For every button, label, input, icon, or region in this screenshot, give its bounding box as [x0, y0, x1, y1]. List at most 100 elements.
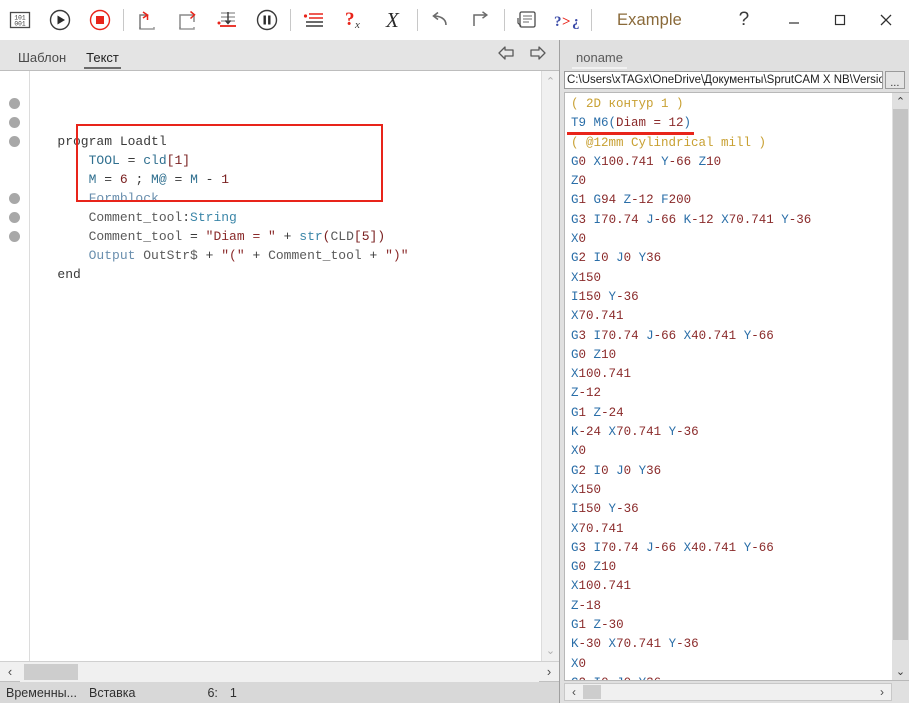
code-line[interactable]: Comment_tool = "Diam = " + str(CLD[5]): [34, 227, 541, 246]
breakpoint-icon[interactable]: [9, 231, 20, 242]
stop-icon[interactable]: [80, 0, 120, 40]
tab-tekst[interactable]: Текст: [76, 48, 129, 70]
question-x-icon[interactable]: ? x: [334, 0, 374, 40]
gcode-line[interactable]: Z-12: [571, 384, 892, 403]
pause-icon[interactable]: [247, 0, 287, 40]
scroll-up-icon[interactable]: ⌃: [546, 75, 555, 88]
hscroll-left-icon[interactable]: ‹: [0, 664, 20, 679]
code-line[interactable]: end: [34, 265, 541, 284]
gcode-line[interactable]: ( 2D контур 1 ): [571, 95, 892, 114]
gcode-line[interactable]: X0: [571, 230, 892, 249]
scroll-down-icon[interactable]: ⌄: [546, 644, 555, 657]
code-text-area[interactable]: program Loadtl TOOL = cld[1] M = 6 ; M@ …: [30, 71, 541, 661]
gcode-vscroll-thumb[interactable]: [893, 109, 908, 640]
tab-noname[interactable]: noname: [568, 48, 631, 70]
gcode-line[interactable]: G1 Z-24: [571, 404, 892, 423]
gcode-line[interactable]: X0: [571, 655, 892, 674]
gcode-line[interactable]: G0 X100.741 Y-66 Z10: [571, 153, 892, 172]
gcode-hscroll-thumb[interactable]: [583, 685, 601, 699]
gcode-hscroll-track[interactable]: [583, 684, 873, 700]
gcode-line[interactable]: G0 Z10: [571, 558, 892, 577]
minimize-button[interactable]: [771, 0, 817, 40]
gcode-line[interactable]: G0 Z10: [571, 346, 892, 365]
breakpoint-icon[interactable]: [9, 193, 20, 204]
gcode-line[interactable]: G2 I0 J0 Y36: [571, 249, 892, 268]
gcode-line[interactable]: X0: [571, 442, 892, 461]
tab-shablon[interactable]: Шаблон: [8, 48, 76, 70]
step-into-icon[interactable]: [127, 0, 167, 40]
debug-window-icon[interactable]: [508, 0, 548, 40]
gcode-line[interactable]: X150: [571, 481, 892, 500]
gcode-line[interactable]: G3 I70.74 J-66 K-12 X70.741 Y-36: [571, 211, 892, 230]
gcode-horizontal-scrollbar[interactable]: ‹ ›: [564, 683, 892, 701]
binary-code-icon[interactable]: 101 001: [0, 0, 40, 40]
gcode-line[interactable]: X70.741: [571, 307, 892, 326]
gcode-line[interactable]: X150: [571, 269, 892, 288]
gcode-line[interactable]: G1 G94 Z-12 F200: [571, 191, 892, 210]
hscroll-track[interactable]: [20, 662, 539, 682]
gcode-line[interactable]: X70.741: [571, 520, 892, 539]
hscroll-thumb[interactable]: [24, 664, 78, 680]
nav-next-icon[interactable]: [527, 44, 547, 67]
gcode-vertical-scrollbar[interactable]: ⌃ ⌄: [892, 93, 909, 680]
breakpoint-icon[interactable]: [9, 117, 20, 128]
nav-prev-icon[interactable]: [497, 44, 517, 67]
editor-horizontal-scrollbar[interactable]: ‹ ›: [0, 661, 559, 681]
gcode-line[interactable]: Z0: [571, 172, 892, 191]
question-arrow-icon[interactable]: ? > ¿: [548, 0, 588, 40]
breakpoint-icon[interactable]: [9, 98, 20, 109]
gcode-text-area[interactable]: ( 2D контур 1 )T9 M6(Diam = 12)( @12mm C…: [565, 93, 892, 680]
gcode-line[interactable]: X100.741: [571, 365, 892, 384]
gutter-row-empty[interactable]: [0, 170, 29, 189]
breakpoint-dot[interactable]: [0, 189, 29, 208]
code-line[interactable]: Comment_tool:String: [34, 208, 541, 227]
gcode-hscroll-left-icon[interactable]: ‹: [565, 685, 583, 699]
breakpoint-dot[interactable]: [0, 113, 29, 132]
browse-button[interactable]: ...: [885, 71, 905, 89]
gcode-viewer[interactable]: ( 2D контур 1 )T9 M6(Diam = 12)( @12mm C…: [564, 92, 909, 681]
gcode-line[interactable]: G3 I70.74 J-66 X40.741 Y-66: [571, 327, 892, 346]
breakpoint-dot[interactable]: [0, 94, 29, 113]
close-button[interactable]: [863, 0, 909, 40]
gcode-line[interactable]: K-30 X70.741 Y-36: [571, 635, 892, 654]
code-line[interactable]: Output OutStr$ + "(" + Comment_tool + ")…: [34, 246, 541, 265]
code-line[interactable]: Formblock: [34, 189, 541, 208]
gutter-row-empty[interactable]: [0, 75, 29, 94]
gcode-line[interactable]: T9 M6(Diam = 12): [571, 114, 892, 133]
editor-vertical-scrollbar[interactable]: ⌃ ⌄: [541, 71, 559, 661]
gcode-line[interactable]: G2 I0 J0 Y36: [571, 674, 892, 680]
gcode-line[interactable]: K-24 X70.741 Y-36: [571, 423, 892, 442]
undo-icon[interactable]: [421, 0, 461, 40]
gcode-line[interactable]: Z-18: [571, 597, 892, 616]
hscroll-right-icon[interactable]: ›: [539, 664, 559, 679]
help-icon[interactable]: ?: [730, 9, 758, 31]
gcode-line[interactable]: ( @12mm Cylindrical mill ): [571, 134, 892, 153]
code-line[interactable]: M = 6 ; M@ = M - 1: [34, 170, 541, 189]
gcode-line[interactable]: G2 I0 J0 Y36: [571, 462, 892, 481]
output-path-input[interactable]: C:\Users\xTAGx\OneDrive\Документы\SprutC…: [564, 71, 883, 89]
gutter-row-empty[interactable]: [0, 151, 29, 170]
gcode-scroll-down-icon[interactable]: ⌄: [896, 665, 905, 678]
step-over-icon[interactable]: [167, 0, 207, 40]
breakpoint-dot[interactable]: [0, 132, 29, 151]
breakpoint-icon[interactable]: [9, 212, 20, 223]
editor-gutter[interactable]: [0, 71, 30, 661]
gcode-scroll-up-icon[interactable]: ⌃: [896, 95, 905, 108]
breakpoint-list-icon[interactable]: [294, 0, 334, 40]
code-line[interactable]: TOOL = cld[1]: [34, 151, 541, 170]
breakpoint-icon[interactable]: [9, 136, 20, 147]
redo-icon[interactable]: [461, 0, 501, 40]
code-editor[interactable]: program Loadtl TOOL = cld[1] M = 6 ; M@ …: [0, 70, 559, 661]
breakpoint-dot[interactable]: [0, 227, 29, 246]
run-icon[interactable]: [40, 0, 80, 40]
x-variable-icon[interactable]: X: [374, 0, 414, 40]
breakpoint-dot[interactable]: [0, 208, 29, 227]
gcode-line[interactable]: G1 Z-30: [571, 616, 892, 635]
gcode-line[interactable]: G3 I70.74 J-66 X40.741 Y-66: [571, 539, 892, 558]
maximize-button[interactable]: [817, 0, 863, 40]
run-to-cursor-icon[interactable]: [207, 0, 247, 40]
code-line[interactable]: program Loadtl: [34, 132, 541, 151]
gcode-line[interactable]: I150 Y-36: [571, 500, 892, 519]
gcode-line[interactable]: I150 Y-36: [571, 288, 892, 307]
gcode-hscroll-right-icon[interactable]: ›: [873, 685, 891, 699]
